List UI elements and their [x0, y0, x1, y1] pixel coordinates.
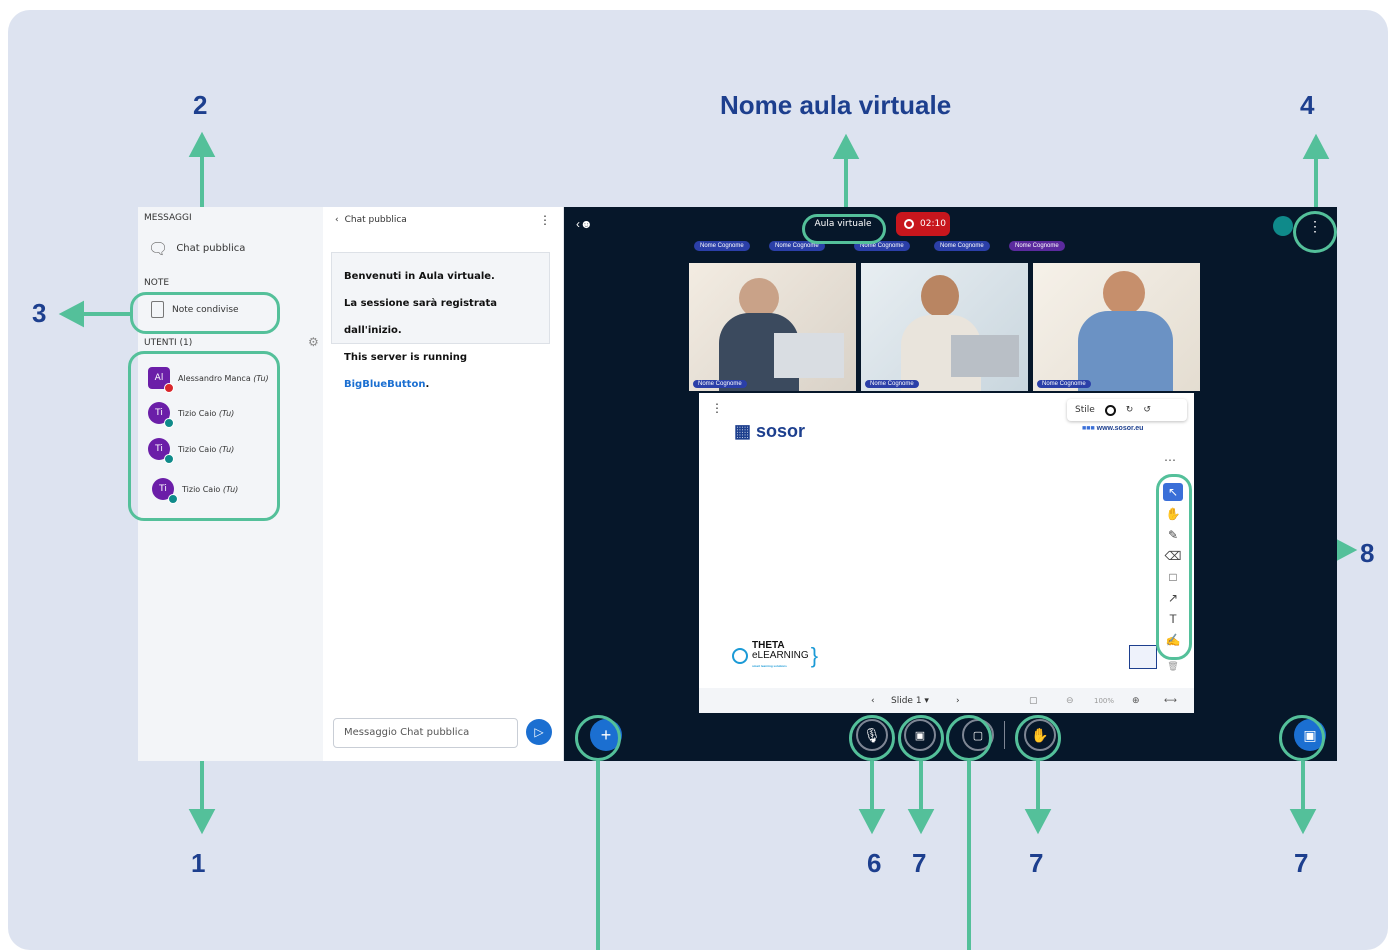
- theta-tagline: smart learning solutions: [752, 664, 787, 668]
- toggle-users-icon[interactable]: ‹☻: [576, 217, 593, 231]
- laptop: [951, 335, 1019, 377]
- zoom-in-icon[interactable]: ⊕: [1132, 696, 1140, 706]
- recording-line: La sessione sarà registrata dall'inizio.: [344, 298, 498, 336]
- chevron-left-icon: ‹: [335, 215, 339, 225]
- server-line: This server is running BigBlueButton.: [344, 344, 537, 398]
- annotated-screenshot: 2 Nome aula virtuale 4 3 8 1 6 7 7 7 MES…: [8, 10, 1388, 950]
- record-icon: [904, 219, 914, 229]
- room-name-highlight: [802, 214, 886, 244]
- chat-more-icon[interactable]: ⋮: [539, 213, 551, 227]
- chat-message-input[interactable]: Messaggio Chat pubblica: [333, 718, 518, 748]
- zoom-out-icon[interactable]: ⊖: [1066, 696, 1074, 706]
- raise-hand-highlight: [1015, 715, 1061, 761]
- shared-notes-highlight: [130, 292, 280, 334]
- connection-status-icon[interactable]: [1273, 216, 1293, 236]
- send-icon: ▷: [534, 725, 544, 739]
- theta-line2: eLEARNING: [752, 650, 809, 661]
- chat-back-button[interactable]: ‹ Chat pubblica: [335, 215, 407, 225]
- whiteboard-menu-icon[interactable]: ⋮: [711, 401, 723, 415]
- main-presentation-area: ‹☻ Aula virtuale 02:10 ⋮ Nome Cognome No…: [564, 207, 1337, 761]
- welcome-line: Benvenuti in Aula virtuale.: [344, 271, 495, 282]
- whiteboard[interactable]: ⋮ Stile ↻ ↺ ▦ sosor ■■■ www.sosor.eu ⋯ T…: [699, 393, 1194, 713]
- person-body: [1078, 311, 1173, 391]
- talker-tag: Nome Cognome: [1009, 241, 1065, 251]
- bigbluebutton-link[interactable]: BigBlueButton: [344, 379, 425, 390]
- recording-badge[interactable]: 02:10: [896, 212, 950, 236]
- prev-slide-icon[interactable]: ‹: [871, 696, 875, 706]
- options-highlight: [1293, 211, 1337, 253]
- slide-navigation: ‹ Slide 1 ▾ › ▢ ⊖ 100% ⊕ ⟷: [699, 688, 1194, 713]
- users-highlight: [128, 351, 280, 521]
- fit-width-icon[interactable]: ⟷: [1164, 696, 1177, 706]
- more-tools-icon[interactable]: ⋯: [1164, 453, 1176, 467]
- messages-heading: MESSAGGI: [144, 213, 192, 223]
- presentation-highlight: [1279, 715, 1325, 761]
- brace-icon: }: [810, 643, 819, 668]
- record-time: 02:10: [920, 219, 946, 229]
- redo-icon[interactable]: ↻: [1126, 405, 1134, 415]
- person-head: [921, 275, 959, 317]
- divider: [1004, 721, 1005, 749]
- send-button[interactable]: ▷: [526, 719, 552, 745]
- screen-share-highlight: [946, 715, 992, 761]
- video-tile[interactable]: Nome Cognome: [689, 263, 856, 391]
- chat-title: Chat pubblica: [344, 215, 407, 225]
- talker-tag: Nome Cognome: [934, 241, 990, 251]
- server-suffix: .: [425, 379, 430, 390]
- laptop: [774, 333, 844, 378]
- style-toolbar: Stile ↻ ↺: [1067, 399, 1187, 421]
- theta-logo: THETA eLEARNING smart learning solutions }: [732, 641, 818, 671]
- welcome-message: Benvenuti in Aula virtuale. La sessione …: [331, 252, 550, 390]
- video-name: Nome Cognome: [865, 380, 919, 388]
- person-head: [1103, 271, 1145, 315]
- server-prefix: This server is running: [344, 352, 468, 363]
- video-name: Nome Cognome: [693, 380, 747, 388]
- circle-style-icon[interactable]: [1104, 404, 1116, 416]
- actions-highlight: [575, 715, 621, 761]
- chat-bubble-icon: 🗨: [148, 239, 169, 258]
- sosor-logo: ▦ sosor: [734, 421, 806, 441]
- public-chat-label: Chat pubblica: [176, 243, 246, 254]
- mute-highlight: [849, 715, 895, 761]
- brand-name: sosor: [756, 421, 806, 441]
- next-slide-icon[interactable]: ›: [956, 696, 960, 706]
- video-tile[interactable]: Nome Cognome: [1033, 263, 1200, 391]
- slide-selector[interactable]: Slide 1 ▾: [891, 696, 929, 706]
- talker-tag: Nome Cognome: [694, 241, 750, 251]
- camera-highlight: [898, 715, 944, 761]
- users-heading: UTENTI (1): [144, 338, 193, 348]
- person-head: [739, 278, 779, 318]
- style-label[interactable]: Stile: [1075, 405, 1095, 415]
- gear-icon[interactable]: ⚙: [308, 335, 319, 349]
- website-text: www.sosor.eu: [1096, 425, 1144, 432]
- notes-heading: NOTE: [144, 278, 170, 288]
- theta-circle-icon: [732, 648, 748, 664]
- slide-label: Slide 1: [891, 695, 922, 706]
- toolbar-highlight: [1156, 474, 1192, 660]
- certificate-badge-icon: [1129, 645, 1157, 669]
- undo-icon[interactable]: ↺: [1143, 405, 1151, 415]
- website-label: ■■■ www.sosor.eu: [1082, 425, 1144, 432]
- video-tile[interactable]: Nome Cognome: [861, 263, 1028, 391]
- fit-icon[interactable]: ▢: [1029, 696, 1038, 706]
- chat-panel: ‹ Chat pubblica ⋮ Benvenuti in Aula virt…: [323, 207, 564, 761]
- public-chat-item[interactable]: 🗨 Chat pubblica: [148, 239, 245, 258]
- video-name: Nome Cognome: [1037, 380, 1091, 388]
- zoom-level: 100%: [1094, 696, 1115, 705]
